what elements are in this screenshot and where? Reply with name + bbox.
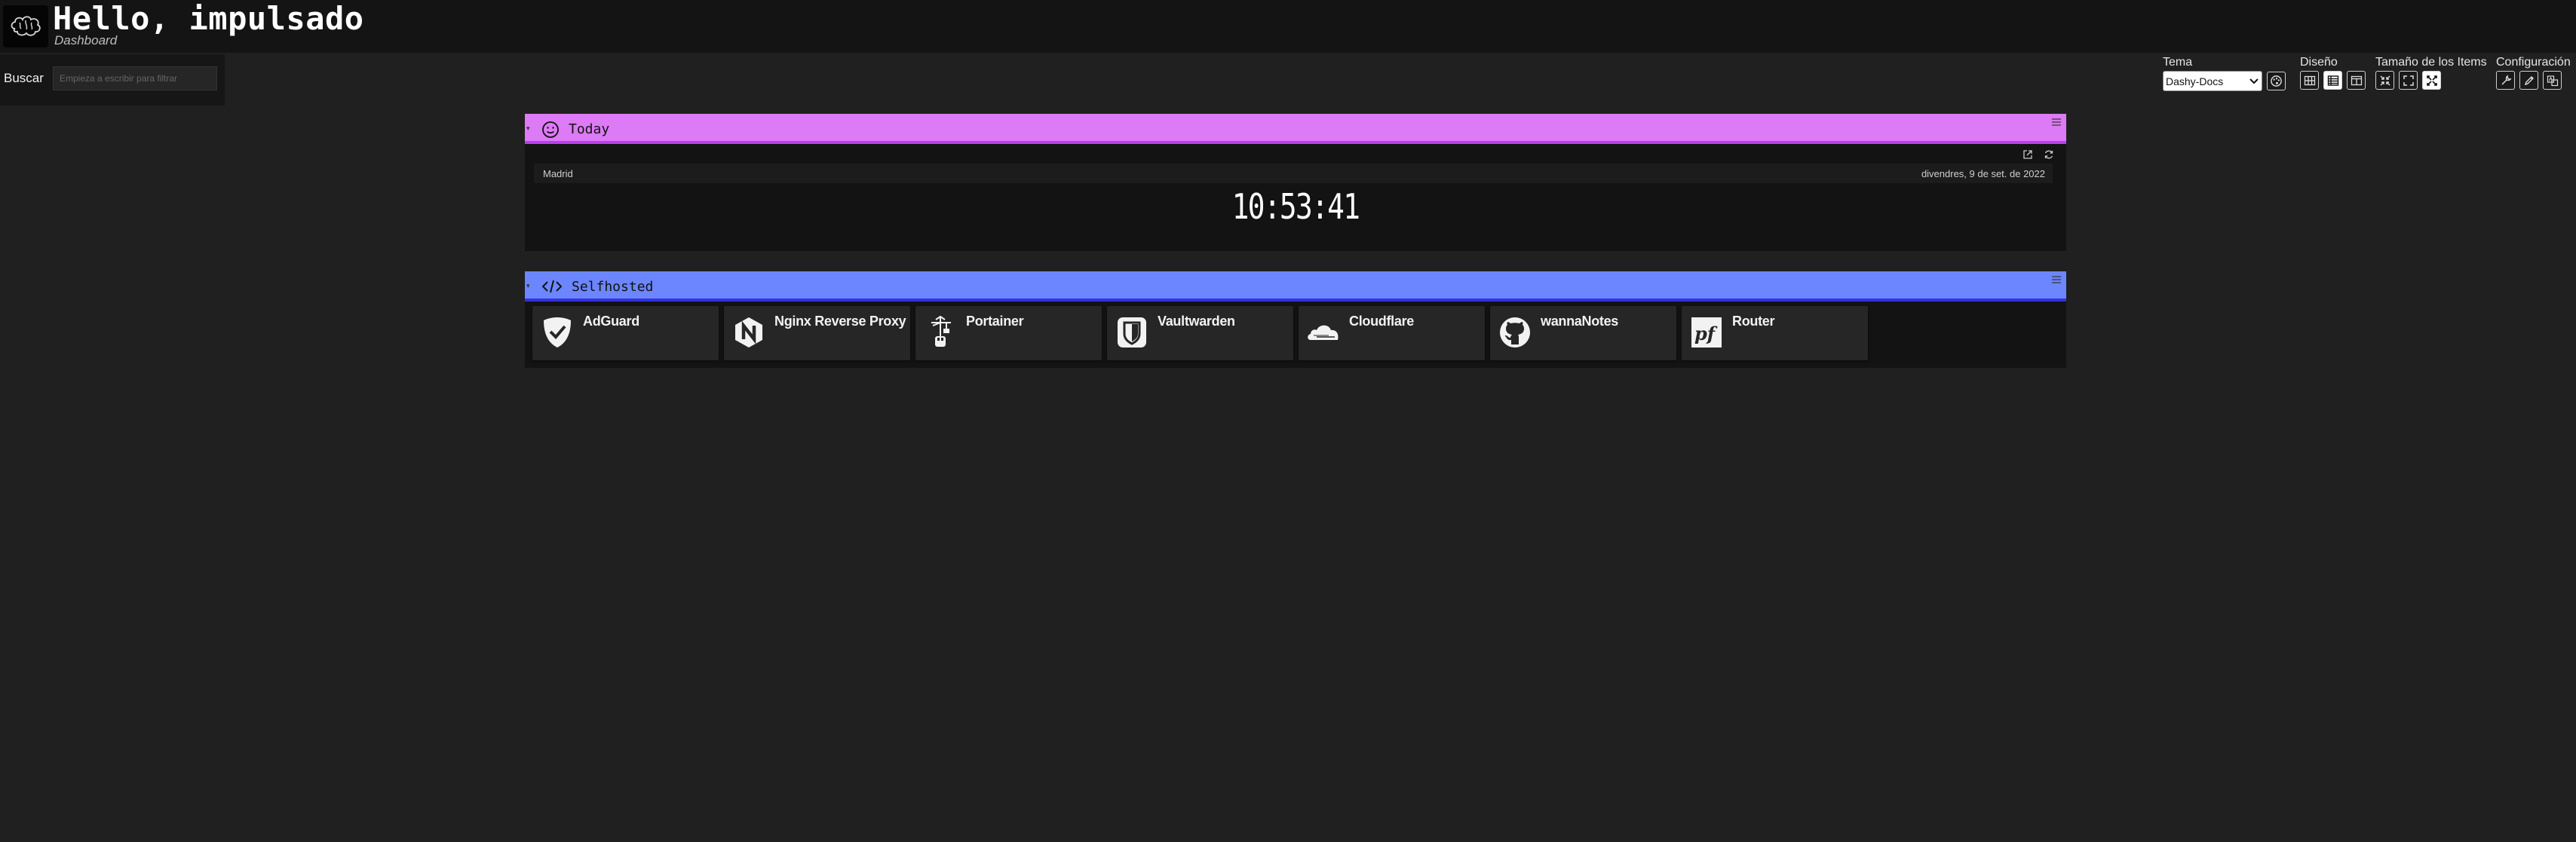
service-item[interactable]: AdGuard [532,306,719,360]
layout-label: Diseño [2300,56,2338,69]
section-today: ▾ Today Madrid divendres, 9 de set. de 2… [525,114,2066,251]
layout-group: Diseño [2300,56,2366,90]
page-title: Hello, impulsado [53,0,364,37]
portainer-crane-icon [923,315,958,350]
service-item[interactable]: pf Router [1682,306,1868,360]
clock-time: 10:53:41 [1231,186,1360,227]
chevron-down-icon[interactable]: ▾ [526,282,530,290]
pfsense-icon: pf [1689,315,1724,350]
interactive-editor-icon[interactable] [2519,71,2538,90]
clock-city: Madrid [543,168,573,179]
github-icon [1498,315,1532,350]
page-subtitle: Dashboard [54,33,118,47]
section-title: Today [569,121,610,137]
service-item[interactable]: Cloudflare [1299,306,1485,360]
chevron-down-icon [2249,78,2259,84]
clock-info-bar: Madrid divendres, 9 de set. de 2022 [534,164,2053,183]
service-label: Nginx Reverse Proxy [774,314,906,329]
section-selfhosted-header[interactable]: ▾ Selfhosted [525,271,2066,302]
page-header: Hello, impulsado Dashboard [0,0,2576,53]
section-today-header[interactable]: ▾ Today [525,114,2066,144]
small-size-icon[interactable] [2375,71,2394,90]
service-label: wannaNotes [1541,314,1619,329]
large-size-icon[interactable] [2422,71,2441,90]
smiley-icon [541,121,560,142]
edit-config-icon[interactable] [2496,71,2515,90]
open-external-icon[interactable] [2022,149,2033,164]
section-underline [525,141,2066,144]
drag-handle-icon[interactable] [2051,117,2062,130]
service-label: Cloudflare [1349,314,1415,329]
config-group: Configuración [2496,56,2571,90]
theme-select[interactable]: Dashy-Docs [2163,71,2262,91]
search-label: Buscar [4,71,44,85]
theme-label: Tema [2163,56,2193,69]
search-input[interactable] [53,66,217,90]
adguard-shield-icon [540,315,575,350]
clock-date: divendres, 9 de set. de 2022 [1921,168,2045,179]
service-label: AdGuard [583,314,639,329]
item-size-label: Tamaño de los Items [2375,56,2487,69]
section-selfhosted: ▾ Selfhosted AdGuard Nginx Reverse Proxy [525,271,2066,368]
cloudflare-cloud-icon [1306,315,1341,350]
medium-size-icon[interactable] [2399,71,2418,90]
service-label: Router [1732,314,1775,329]
section-underline [525,299,2066,302]
nginx-icon [731,315,766,350]
service-list: AdGuard Nginx Reverse Proxy Portainer Va… [532,306,1868,360]
horizontal-layout-icon[interactable] [2323,71,2342,90]
drag-handle-icon[interactable] [2051,274,2062,288]
language-icon[interactable] [2543,71,2562,90]
item-size-group: Tamaño de los Items [2375,56,2487,90]
service-item[interactable]: Nginx Reverse Proxy [724,306,910,360]
brain-icon[interactable] [3,5,48,47]
service-item[interactable]: Vaultwarden [1107,306,1293,360]
vertical-layout-icon[interactable] [2347,71,2366,90]
section-title: Selfhosted [572,279,654,295]
service-label: Portainer [966,314,1024,329]
palette-icon[interactable] [2267,72,2286,90]
widget-toolbar [2022,149,2054,164]
theme-selected-value: Dashy-Docs [2166,75,2224,87]
auto-layout-icon[interactable] [2300,71,2319,90]
service-item[interactable]: Portainer [915,306,1102,360]
search-area: Buscar [0,54,225,106]
service-label: Vaultwarden [1158,314,1235,329]
code-icon [541,278,563,299]
vaultwarden-shield-icon [1115,315,1149,350]
refresh-icon[interactable] [2044,149,2054,164]
theme-group: Tema Dashy-Docs [2163,56,2286,91]
config-label: Configuración [2496,56,2571,69]
service-item[interactable]: wannaNotes [1490,306,1676,360]
svg-text:pf: pf [1694,323,1718,344]
chevron-down-icon[interactable]: ▾ [526,124,530,133]
